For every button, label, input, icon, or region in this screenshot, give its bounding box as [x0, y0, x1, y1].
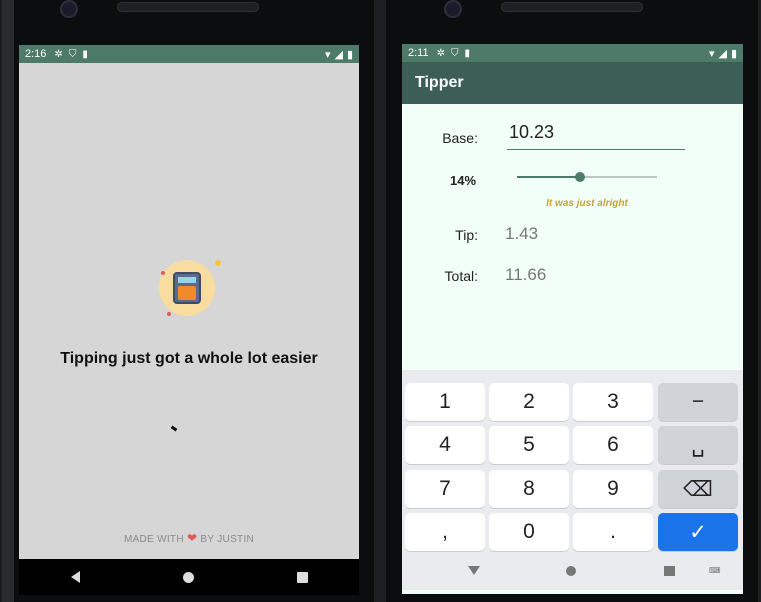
status-time: 2:16	[25, 48, 47, 60]
front-camera	[60, 0, 78, 18]
battery-icon: ▮	[346, 48, 353, 61]
sparkle-icon	[215, 260, 221, 266]
key-space[interactable]: ␣	[658, 426, 738, 464]
tip-percent-slider[interactable]	[517, 172, 657, 182]
splash-title: Tipping just got a whole lot easier	[60, 350, 318, 367]
key-9[interactable]: 9	[573, 470, 653, 508]
tip-percent-label: 14%	[450, 173, 477, 188]
key-4[interactable]: 4	[405, 426, 485, 464]
phone-side-edge	[2, 0, 14, 602]
base-label: Base:	[442, 130, 478, 146]
key-minus[interactable]: −	[658, 383, 738, 421]
key-7[interactable]: 7	[405, 470, 485, 508]
key-6[interactable]: 6	[573, 426, 653, 464]
key-period[interactable]: .	[573, 513, 653, 551]
splash-screen: 2:16 ✲ ⛉ ▮ ▾ ◢ ▮ Tipping just got a whol…	[19, 45, 359, 559]
left-phone-frame: 2:16 ✲ ⛉ ▮ ▾ ◢ ▮ Tipping just got a whol…	[2, 0, 374, 602]
battery-icon: ▮	[730, 47, 737, 60]
app-bar: Tipper	[402, 62, 743, 104]
back-icon[interactable]	[70, 571, 80, 583]
heart-icon: ❤	[186, 531, 198, 545]
sparkle-icon	[161, 271, 165, 275]
total-label: Total:	[444, 268, 478, 284]
base-amount-input[interactable]: 10.23	[507, 122, 685, 150]
sd-card-icon: ▮	[464, 47, 470, 59]
earpiece-speaker	[501, 2, 643, 12]
footer-made-with: MADE WITH	[123, 534, 184, 545]
app-title: Tipper	[415, 74, 464, 91]
key-backspace[interactable]: ⌫	[658, 470, 738, 508]
shield-icon: ⛉	[68, 48, 77, 60]
calculator-keys	[178, 286, 196, 300]
sd-card-icon: ▮	[82, 48, 88, 60]
key-5[interactable]: 5	[489, 426, 569, 464]
key-0[interactable]: 0	[489, 513, 569, 551]
wifi-icon: ▾	[324, 48, 331, 61]
tip-amount: 1.43	[505, 224, 539, 243]
signal-icon: ◢	[334, 48, 343, 61]
key-done[interactable]: ✓	[658, 513, 738, 551]
splash-footer: MADE WITH ❤ BY JUSTIN	[19, 531, 359, 545]
calculator-display	[178, 277, 196, 283]
keyboard-nav-bar: ⌨	[402, 552, 743, 590]
footer-by: BY JUSTIN	[200, 534, 255, 545]
slider-thumb[interactable]	[575, 172, 585, 182]
sparkle-icon	[167, 312, 171, 316]
key-comma[interactable]: ,	[405, 513, 485, 551]
signal-icon: ◢	[718, 47, 727, 60]
loading-spinner	[170, 425, 178, 432]
status-bar: 2:16 ✲ ⛉ ▮ ▾ ◢ ▮	[19, 45, 359, 63]
earpiece-speaker	[117, 2, 259, 12]
tip-review-text: It was just alright	[546, 198, 628, 209]
keyboard-switch-icon[interactable]: ⌨	[709, 566, 721, 575]
calculator-logo	[159, 260, 215, 316]
calculator-icon	[173, 272, 201, 304]
slider-fill	[517, 176, 580, 178]
key-3[interactable]: 3	[573, 383, 653, 421]
status-time: 2:11	[408, 47, 429, 59]
total-amount: 11.66	[505, 265, 547, 284]
home-icon[interactable]	[566, 566, 576, 576]
status-bar: 2:11 ✲ ⛉ ▮ ▾ ◢ ▮	[402, 44, 743, 62]
hide-keyboard-icon[interactable]	[468, 566, 480, 575]
settings-icon: ✲	[436, 47, 445, 59]
tipper-app-screen: 2:11 ✲ ⛉ ▮ ▾ ◢ ▮ Tipper Base: 10.23 14% …	[402, 44, 743, 594]
settings-icon: ✲	[54, 48, 63, 60]
key-2[interactable]: 2	[489, 383, 569, 421]
recents-icon[interactable]	[664, 566, 675, 576]
system-nav-bar	[19, 559, 359, 595]
key-1[interactable]: 1	[405, 383, 485, 421]
wifi-icon: ▾	[708, 47, 715, 60]
shield-icon: ⛉	[450, 47, 459, 59]
home-icon[interactable]	[182, 571, 194, 583]
key-8[interactable]: 8	[489, 470, 569, 508]
front-camera	[444, 0, 462, 18]
recents-icon[interactable]	[296, 571, 308, 583]
tip-label: Tip:	[455, 227, 478, 243]
right-phone-frame: 2:11 ✲ ⛉ ▮ ▾ ◢ ▮ Tipper Base: 10.23 14% …	[386, 0, 758, 602]
